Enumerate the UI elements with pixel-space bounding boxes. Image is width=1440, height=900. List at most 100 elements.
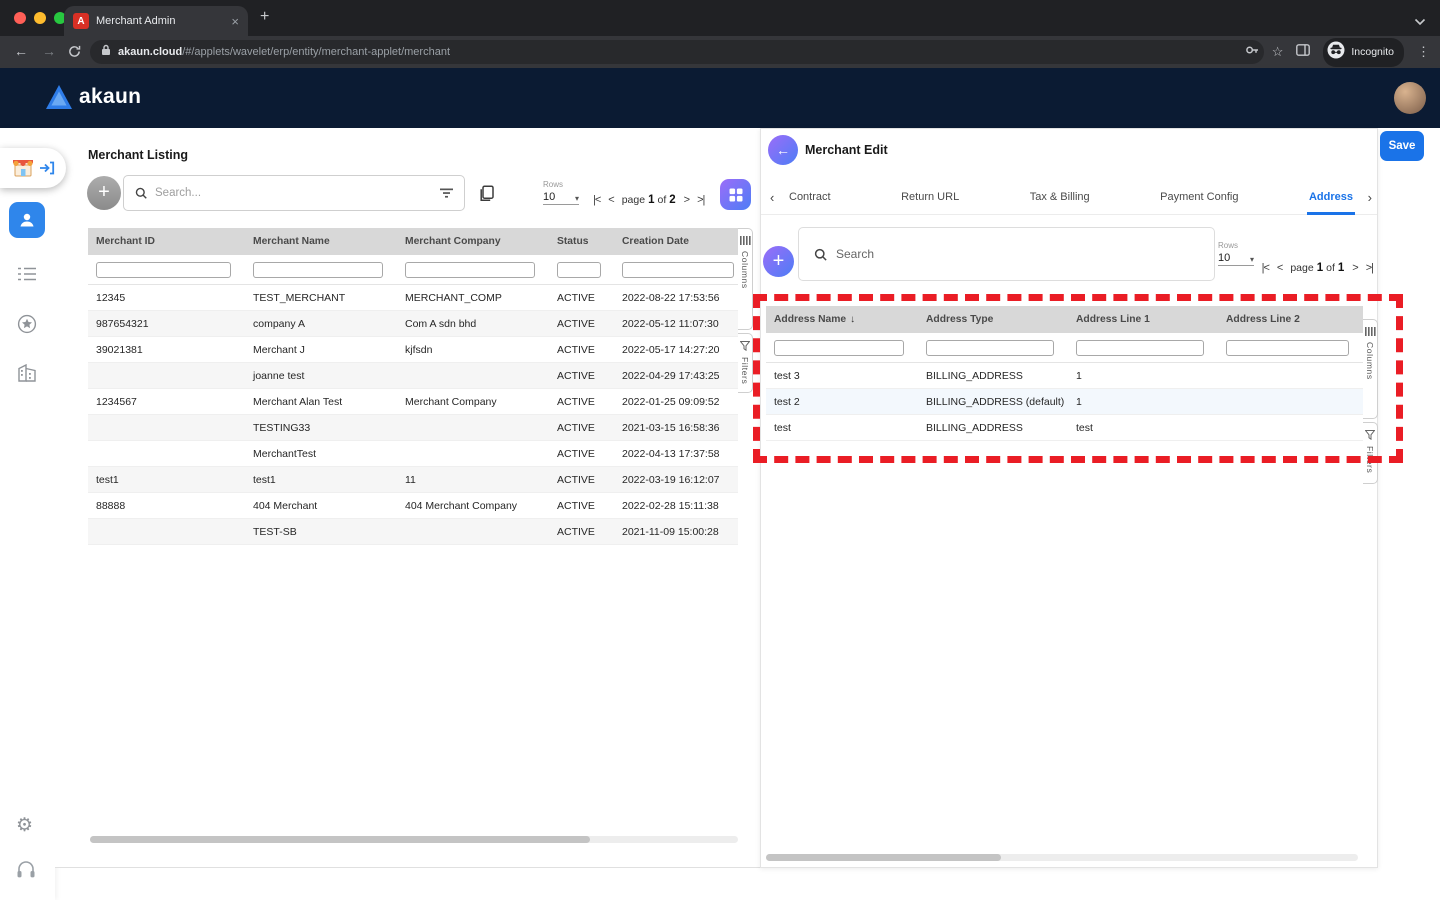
column-header[interactable]: Creation Date xyxy=(614,236,738,247)
browser-forward-button[interactable]: → xyxy=(42,43,56,59)
prev-page-button[interactable]: < xyxy=(608,194,613,206)
table-row[interactable]: 1234567Merchant Alan TestMerchant Compan… xyxy=(88,389,738,415)
copy-pages-icon[interactable] xyxy=(478,185,495,207)
user-avatar[interactable] xyxy=(1394,82,1426,114)
table-row[interactable]: test 2BILLING_ADDRESS (default)1 xyxy=(766,389,1363,415)
akaun-logo[interactable]: akaun xyxy=(46,85,141,109)
column-header[interactable]: Address Name↓ xyxy=(766,314,918,325)
tab-tax-billing[interactable]: Tax & Billing xyxy=(1028,181,1092,215)
last-page-button[interactable]: >| xyxy=(1366,262,1373,274)
rows-per-page-select[interactable]: 10 ▾ xyxy=(543,191,579,205)
filter-input[interactable] xyxy=(405,262,535,278)
back-button[interactable]: ← xyxy=(768,135,798,165)
new-tab-button[interactable]: + xyxy=(260,8,269,26)
browser-back-button[interactable]: ← xyxy=(14,43,28,59)
close-window-button[interactable] xyxy=(14,12,26,24)
password-key-icon[interactable] xyxy=(1245,43,1259,62)
column-header[interactable]: Address Line 1 xyxy=(1068,314,1218,325)
tab-payment-config[interactable]: Payment Config xyxy=(1158,181,1240,215)
prev-page-button[interactable]: < xyxy=(1277,262,1282,274)
last-page-button[interactable]: >| xyxy=(697,194,704,206)
side-panel-icon[interactable] xyxy=(1296,43,1310,61)
filter-list-icon[interactable] xyxy=(440,187,454,199)
table-row[interactable]: 39021381Merchant JkjfsdnACTIVE2022-05-17… xyxy=(88,337,738,363)
address-bar[interactable]: akaun.cloud/#/applets/wavelet/erp/entity… xyxy=(90,40,1264,64)
column-header[interactable]: Merchant Name xyxy=(245,236,397,247)
window-controls[interactable] xyxy=(14,12,66,24)
grid-view-button[interactable] xyxy=(720,179,751,210)
tab-search-chevron-icon[interactable] xyxy=(1414,13,1426,31)
sidebar-item-list[interactable] xyxy=(17,266,37,287)
horizontal-scrollbar[interactable] xyxy=(90,836,738,843)
sidebar-item-merchant[interactable] xyxy=(9,202,45,238)
table-row[interactable]: TESTING33ACTIVE2021-03-15 16:58:36 xyxy=(88,415,738,441)
bookmark-star-icon[interactable]: ☆ xyxy=(1272,44,1284,60)
column-header[interactable]: Address Type xyxy=(918,314,1068,325)
address-search-input[interactable] xyxy=(836,247,1200,261)
tabs-scroll-right-icon[interactable]: › xyxy=(1368,190,1372,205)
save-button[interactable]: Save xyxy=(1380,131,1424,161)
column-header[interactable]: Merchant Company xyxy=(397,236,549,247)
first-page-button[interactable]: |< xyxy=(1262,262,1269,274)
next-page-button[interactable]: > xyxy=(684,194,689,206)
tab-contract[interactable]: Contract xyxy=(787,181,833,215)
table-row[interactable]: test 3BILLING_ADDRESS1 xyxy=(766,363,1363,389)
panel-title: Merchant Edit xyxy=(805,143,888,157)
filter-input[interactable] xyxy=(96,262,231,278)
browser-tab[interactable]: A Merchant Admin × xyxy=(64,6,248,36)
rows-per-page-select[interactable]: 10 ▾ xyxy=(1218,252,1254,266)
columns-side-tab[interactable]: Columns xyxy=(738,228,753,330)
scrollbar-thumb[interactable] xyxy=(90,836,590,843)
table-cell: ACTIVE xyxy=(549,292,614,304)
sidebar-item-badge[interactable] xyxy=(17,314,37,339)
table-cell: test1 xyxy=(245,474,397,486)
filter-input[interactable] xyxy=(1226,340,1349,356)
table-cell: 2022-08-22 17:53:56 xyxy=(614,292,738,304)
add-merchant-button[interactable]: + xyxy=(87,176,121,210)
table-row[interactable]: 12345TEST_MERCHANTMERCHANT_COMPACTIVE202… xyxy=(88,285,738,311)
filter-input[interactable] xyxy=(253,262,383,278)
sidebar-item-merchant-applet[interactable] xyxy=(0,148,66,188)
table-row[interactable]: 987654321company ACom A sdn bhdACTIVE202… xyxy=(88,311,738,337)
merchant-table-filter-row xyxy=(88,255,738,285)
merchant-search-box[interactable] xyxy=(123,175,465,211)
next-page-button[interactable]: > xyxy=(1352,262,1357,274)
table-row[interactable]: testBILLING_ADDRESStest xyxy=(766,415,1363,441)
filter-input[interactable] xyxy=(1076,340,1204,356)
scrollbar-thumb[interactable] xyxy=(766,854,1001,861)
browser-menu-icon[interactable]: ⋮ xyxy=(1417,44,1430,60)
tab-close-icon[interactable]: × xyxy=(231,14,239,29)
first-page-button[interactable]: |< xyxy=(593,194,600,206)
sidebar-item-organization[interactable] xyxy=(17,364,37,387)
filters-side-tab[interactable]: Filters xyxy=(1363,422,1378,484)
tabs-scroll-left-icon[interactable]: ‹ xyxy=(770,190,774,205)
table-row[interactable]: test1test111ACTIVE2022-03-19 16:12:07 xyxy=(88,467,738,493)
table-row[interactable]: TEST-SBACTIVE2021-11-09 15:00:28 xyxy=(88,519,738,545)
support-headset-icon[interactable] xyxy=(16,860,36,883)
filter-input[interactable] xyxy=(622,262,734,278)
merchant-search-input[interactable] xyxy=(155,187,433,199)
table-row[interactable]: 88888404 Merchant404 Merchant CompanyACT… xyxy=(88,493,738,519)
settings-gear-icon[interactable]: ⚙ xyxy=(16,814,33,837)
filter-input[interactable] xyxy=(926,340,1054,356)
table-row[interactable]: MerchantTestACTIVE2022-04-13 17:37:58 xyxy=(88,441,738,467)
tab-address[interactable]: Address xyxy=(1307,181,1355,215)
add-address-button[interactable]: + xyxy=(763,246,794,277)
sort-desc-icon[interactable]: ↓ xyxy=(850,314,855,325)
column-header[interactable]: Status xyxy=(549,236,614,247)
columns-side-tab[interactable]: Columns xyxy=(1363,319,1378,419)
filters-side-tab[interactable]: Filters xyxy=(738,333,753,393)
filter-input[interactable] xyxy=(774,340,904,356)
column-header[interactable]: Address Line 2 xyxy=(1218,314,1363,325)
table-row[interactable]: joanne testACTIVE2022-04-29 17:43:25 xyxy=(88,363,738,389)
browser-reload-button[interactable] xyxy=(68,45,81,61)
filter-input[interactable] xyxy=(557,262,601,278)
table-cell: test1 xyxy=(88,474,245,486)
horizontal-scrollbar[interactable] xyxy=(766,854,1358,861)
tab-return-url[interactable]: Return URL xyxy=(899,181,961,215)
minimize-window-button[interactable] xyxy=(34,12,46,24)
store-icon xyxy=(11,158,35,178)
column-header[interactable]: Merchant ID xyxy=(88,236,245,247)
page-indicator: page1of1 xyxy=(1290,262,1344,274)
address-search-box[interactable] xyxy=(798,227,1215,281)
